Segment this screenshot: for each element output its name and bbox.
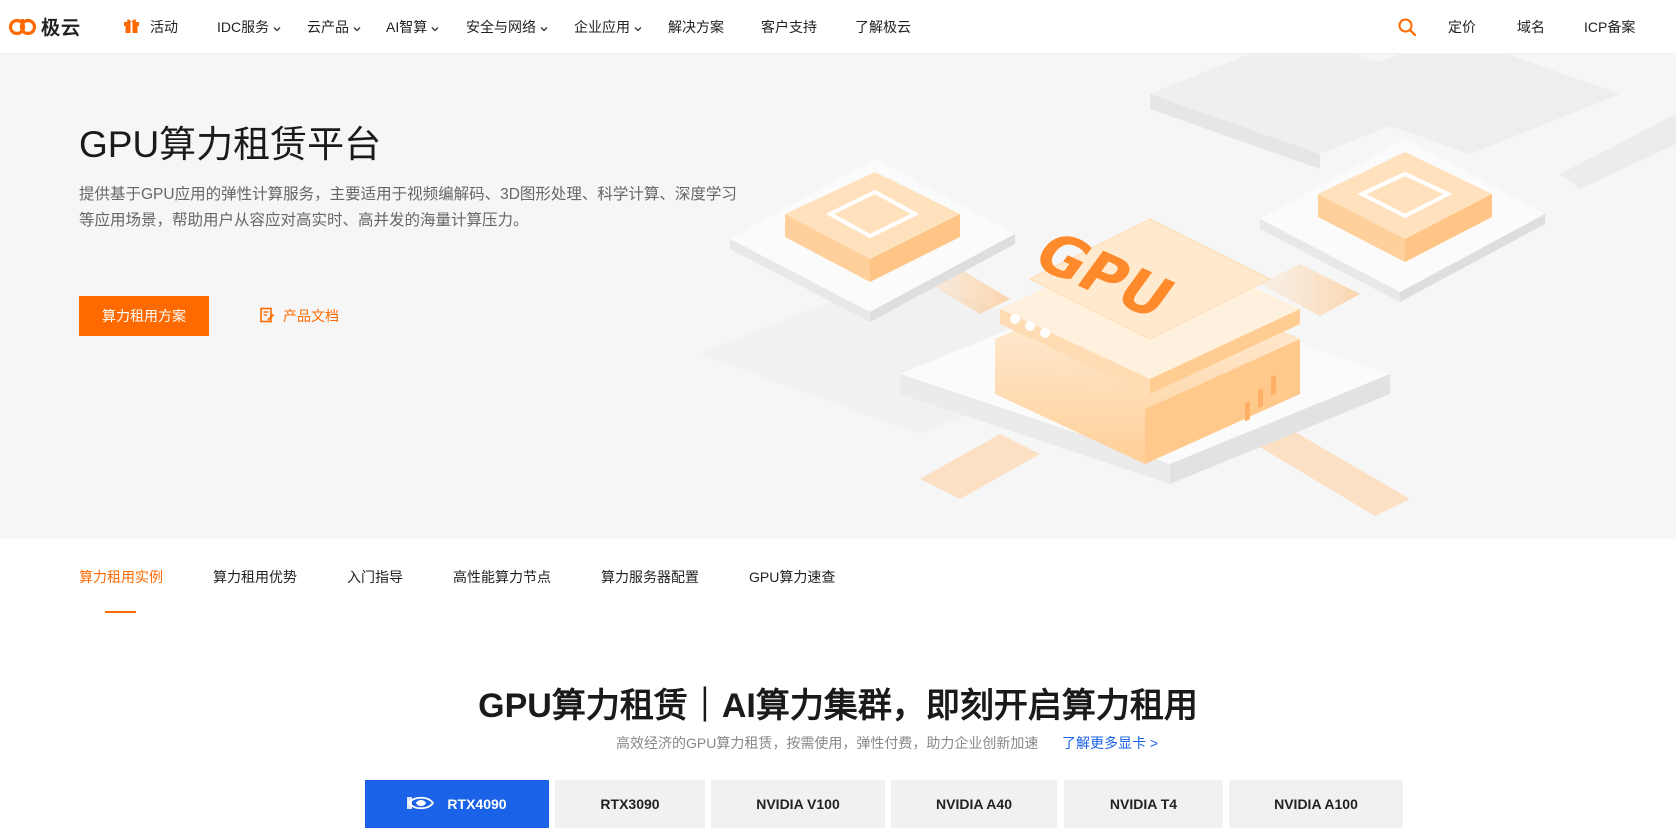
nav-label: AI智算 bbox=[386, 19, 428, 35]
nav-domain[interactable]: 域名 bbox=[1517, 0, 1545, 54]
tab-hpc-nodes[interactable]: 高性能算力节点 bbox=[453, 567, 551, 587]
nav-enterprise-apps[interactable]: 企业应用 bbox=[574, 0, 642, 54]
active-tab-indicator bbox=[105, 611, 136, 613]
gpu-tab-label: NVIDIA V100 bbox=[756, 796, 840, 812]
brand-logo[interactable]: 极云 bbox=[8, 13, 81, 39]
gpu-tab-label: RTX3090 bbox=[600, 796, 660, 812]
tab-gpu-lookup[interactable]: GPU算力速查 bbox=[749, 567, 835, 587]
nav-label: 了解极云 bbox=[855, 19, 911, 35]
gift-icon bbox=[123, 17, 140, 37]
gpu-tab-v100[interactable]: NVIDIA V100 bbox=[711, 780, 885, 828]
chevron-down-icon bbox=[353, 19, 361, 35]
gpu-tab-rtx3090[interactable]: RTX3090 bbox=[555, 780, 705, 828]
gpu-tab-rtx4090[interactable]: RTX4090 bbox=[365, 780, 549, 828]
hero-banner: GPU GPU算力租赁平台 提供基于GPU应用的弹性计算服务，主要适用于视频编解… bbox=[0, 54, 1676, 539]
gpu-tab-label: RTX4090 bbox=[447, 796, 507, 812]
document-icon bbox=[259, 307, 275, 326]
search-icon[interactable] bbox=[1397, 17, 1417, 42]
product-docs-link[interactable]: 产品文档 bbox=[259, 296, 339, 336]
hero-title: GPU算力租赁平台 bbox=[79, 124, 382, 165]
nav-label: 客户支持 bbox=[761, 19, 817, 35]
nav-customer-support[interactable]: 客户支持 bbox=[761, 0, 817, 54]
gpu-tab-label: NVIDIA A100 bbox=[1274, 796, 1358, 812]
nav-idc-services[interactable]: IDC服务 bbox=[217, 0, 281, 54]
nav-ai-compute[interactable]: AI智算 bbox=[386, 0, 439, 54]
chevron-down-icon bbox=[634, 19, 642, 35]
nav-security-network[interactable]: 安全与网络 bbox=[466, 0, 548, 54]
nav-label: 定价 bbox=[1448, 19, 1476, 35]
gpu-tab-a40[interactable]: NVIDIA A40 bbox=[891, 780, 1057, 828]
nav-label: ICP备案 bbox=[1584, 19, 1636, 35]
nav-label: 域名 bbox=[1517, 19, 1545, 35]
nav-cloud-products[interactable]: 云产品 bbox=[307, 0, 361, 54]
hero-description-line: 等应用场景，帮助用户从容应对高实时、高并发的海量计算压力。 bbox=[79, 212, 529, 229]
nav-label: 云产品 bbox=[307, 19, 349, 35]
gpu-tab-a100[interactable]: NVIDIA A100 bbox=[1229, 780, 1403, 828]
nav-label: 解决方案 bbox=[668, 19, 724, 35]
nav-pricing[interactable]: 定价 bbox=[1448, 0, 1476, 54]
gpu-tab-t4[interactable]: NVIDIA T4 bbox=[1064, 780, 1223, 828]
tab-rental-instances[interactable]: 算力租用实例 bbox=[79, 567, 163, 587]
nav-label: IDC服务 bbox=[217, 19, 270, 35]
section-title: GPU算力租赁｜AI算力集群，即刻开启算力租用 bbox=[478, 687, 1198, 725]
hero-description-line: 提供基于GPU应用的弹性计算服务，主要适用于视频编解码、3D图形处理、科学计算、… bbox=[79, 186, 737, 203]
chevron-down-icon bbox=[273, 19, 281, 35]
nav-label: 安全与网络 bbox=[466, 19, 536, 35]
hero-description: 提供基于GPU应用的弹性计算服务，主要适用于视频编解码、3D图形处理、科学计算、… bbox=[79, 182, 779, 234]
top-navigation: 极云 活动 IDC服务 云产品 AI智算 安全与网络 企业应用 解决方案 客户支… bbox=[0, 0, 1676, 54]
tab-getting-started[interactable]: 入门指导 bbox=[347, 567, 403, 587]
section-subtitle: 高效经济的GPU算力租赁，按需使用，弹性付费，助力企业创新加速 bbox=[616, 735, 1039, 751]
logo-mark-icon bbox=[8, 18, 37, 36]
nav-activity[interactable]: 活动 bbox=[123, 0, 178, 54]
nav-label: 企业应用 bbox=[574, 19, 630, 35]
brand-name: 极云 bbox=[41, 17, 82, 39]
nav-icp-filing[interactable]: ICP备案 bbox=[1584, 0, 1635, 54]
tab-rental-advantages[interactable]: 算力租用优势 bbox=[213, 567, 297, 587]
rental-plan-button[interactable]: 算力租用方案 bbox=[79, 296, 209, 336]
more-gpus-link[interactable]: 了解更多显卡 > bbox=[1062, 733, 1158, 753]
nav-activity-label: 活动 bbox=[150, 19, 178, 35]
chevron-down-icon bbox=[431, 19, 439, 35]
gpu-tab-label: NVIDIA T4 bbox=[1109, 796, 1178, 812]
nvidia-eye-icon bbox=[407, 794, 435, 815]
product-docs-label: 产品文档 bbox=[283, 308, 339, 324]
nav-solutions[interactable]: 解决方案 bbox=[668, 0, 724, 54]
gpu-tab-label: NVIDIA A40 bbox=[936, 796, 1012, 812]
nav-about[interactable]: 了解极云 bbox=[855, 0, 911, 54]
chevron-down-icon bbox=[540, 19, 548, 35]
section-tabs: 算力租用实例 算力租用优势 入门指导 高性能算力节点 算力服务器配置 GPU算力… bbox=[0, 539, 1676, 613]
tab-server-config[interactable]: 算力服务器配置 bbox=[601, 567, 699, 587]
